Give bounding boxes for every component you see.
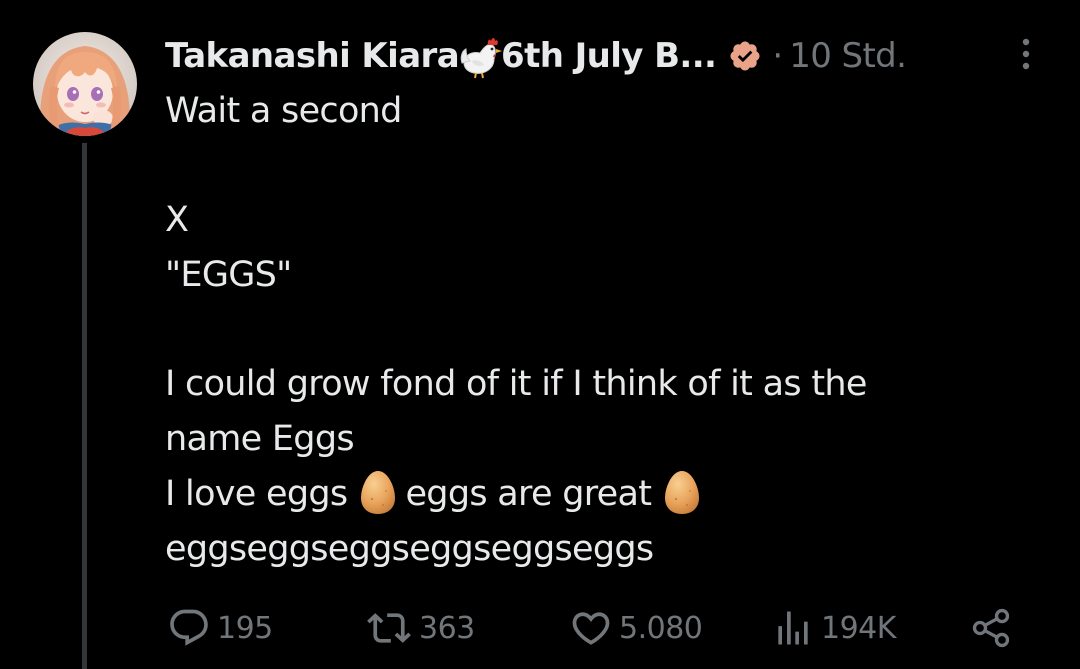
more-options-icon[interactable] bbox=[1016, 34, 1036, 74]
heart-icon bbox=[572, 612, 610, 645]
views-button[interactable]: 194K bbox=[771, 606, 896, 650]
tweet-text-line bbox=[165, 139, 1045, 194]
tweet-text-line: Wait a second bbox=[165, 91, 402, 131]
display-name[interactable]: Takanashi Kiara bbox=[165, 36, 460, 76]
avatar[interactable] bbox=[33, 32, 137, 136]
meta-separator: · bbox=[772, 36, 784, 76]
repost-button[interactable]: 363 bbox=[365, 606, 475, 650]
repost-icon bbox=[367, 613, 411, 643]
tweet-text-line bbox=[165, 303, 1045, 358]
tweet-text: Wait a second X "EGGS" I could grow fond… bbox=[165, 84, 1045, 576]
tweet-text-line-eggs: I love eggs eggs are great bbox=[165, 467, 1045, 522]
egg-emoji-icon bbox=[663, 469, 701, 515]
reply-count: 195 bbox=[217, 610, 273, 646]
reply-icon bbox=[170, 609, 208, 646]
tweet-text-line: X bbox=[165, 200, 189, 241]
tweet-text-line: eggseggseggseggseggseggs bbox=[165, 528, 654, 569]
tweet-text-fragment: eggs are great bbox=[405, 473, 652, 514]
repost-count: 363 bbox=[419, 610, 475, 646]
tweet-text-line: "EGGS" bbox=[165, 255, 292, 296]
share-button[interactable] bbox=[969, 606, 1013, 650]
view-count: 194K bbox=[821, 610, 896, 646]
egg-emoji-icon bbox=[359, 469, 397, 515]
reply-button[interactable]: 195 bbox=[167, 606, 273, 650]
tweet-text-line: I could grow fond of it if I think of it… bbox=[165, 364, 867, 405]
tweet-text-line: name Eggs bbox=[165, 419, 355, 460]
like-count: 5.080 bbox=[619, 610, 703, 646]
display-name-suffix[interactable]: 6th July B... bbox=[501, 36, 717, 76]
views-chart-icon bbox=[778, 611, 808, 645]
timestamp[interactable]: 10 Std. bbox=[789, 36, 907, 76]
chicken-icon bbox=[458, 33, 504, 79]
thread-line bbox=[82, 143, 87, 669]
tweet-text-fragment: I love eggs bbox=[165, 473, 348, 514]
action-bar: 195 363 5.080 194K bbox=[165, 606, 1025, 650]
like-button[interactable]: 5.080 bbox=[569, 606, 703, 650]
anime-avatar-icon bbox=[33, 32, 137, 136]
verified-badge-icon[interactable] bbox=[728, 39, 762, 73]
share-icon bbox=[972, 608, 1010, 648]
tweet-header: Takanashi Kiara 6th July B... · 10 Std. bbox=[165, 30, 1045, 82]
